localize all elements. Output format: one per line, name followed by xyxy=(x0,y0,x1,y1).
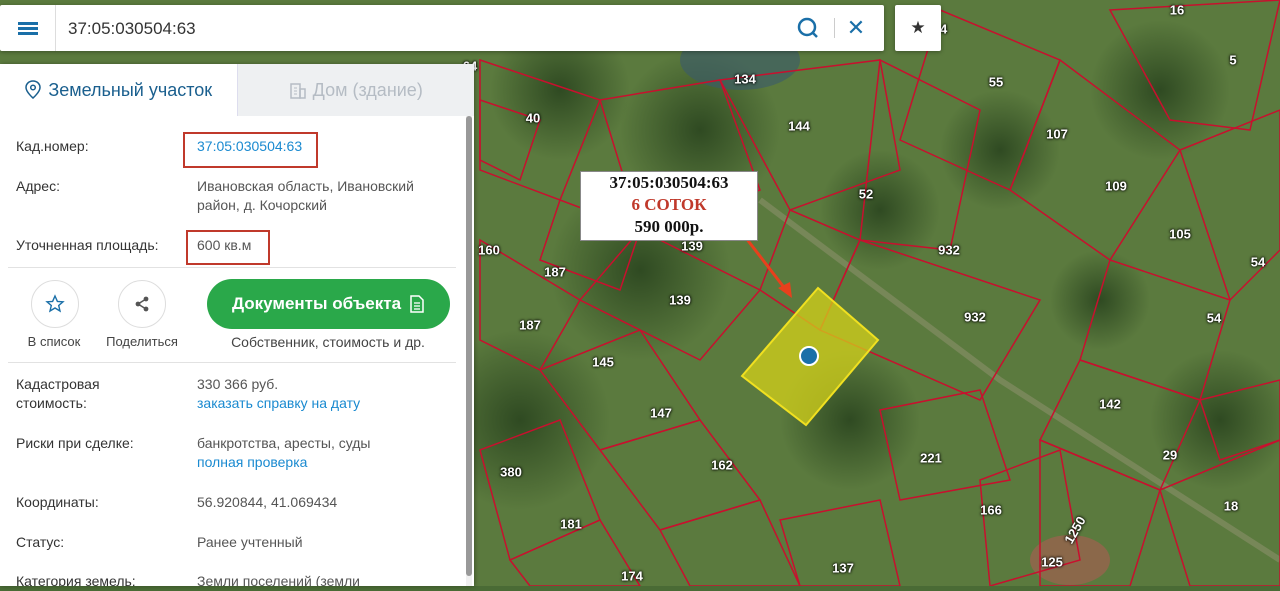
plot-label: 932 xyxy=(964,309,986,325)
menu-button[interactable] xyxy=(0,5,56,51)
add-to-list-button[interactable] xyxy=(31,280,79,328)
star-outline-icon xyxy=(45,294,65,313)
plot-label: 125 xyxy=(1041,554,1063,570)
panel-scrollbar[interactable] xyxy=(466,116,472,586)
docs-subtitle: Собственник, стоимость и др. xyxy=(231,334,425,350)
plot-label: 174 xyxy=(621,568,643,584)
status-value: Ранее учтенный xyxy=(197,534,303,550)
add-to-list-label: В список xyxy=(27,334,81,349)
plot-label: 139 xyxy=(669,292,691,308)
plot-label: 187 xyxy=(519,317,541,333)
area-value: 600 кв.м xyxy=(197,237,252,253)
plot-label: 109 xyxy=(1105,178,1127,194)
search-icon xyxy=(797,17,818,38)
plot-label: 166 xyxy=(980,502,1002,518)
close-icon: ✕ xyxy=(846,15,866,40)
tab-land-label: Земельный участок xyxy=(48,79,213,100)
share-label: Поделиться xyxy=(106,334,178,349)
coordinates-value: 56.920844, 41.069434 xyxy=(197,494,338,510)
location-pin-icon xyxy=(25,80,42,99)
plot-label: 187 xyxy=(544,264,566,280)
callout-area: 6 СОТОК xyxy=(631,195,707,214)
plot-label: 107 xyxy=(1046,126,1068,142)
plot-label: 380 xyxy=(500,464,522,480)
plot-label: 16 xyxy=(1169,2,1185,18)
info-panel: Земельный участок Дом (здание) Кад.номер… xyxy=(0,64,474,586)
favorites-button[interactable]: ★ xyxy=(895,5,941,51)
plot-label: 144 xyxy=(788,118,810,134)
tab-building[interactable]: Дом (здание) xyxy=(236,64,474,116)
cadastral-number-link[interactable]: 37:05:030504:63 xyxy=(197,137,452,156)
search-input[interactable] xyxy=(60,5,770,53)
deal-risks-value: банкротства, аресты, суды xyxy=(197,435,371,451)
plot-label: 5 xyxy=(1229,52,1237,68)
document-icon xyxy=(410,295,424,313)
plot-label: 54 xyxy=(1206,310,1222,326)
plot-label: 162 xyxy=(711,457,733,473)
search-button[interactable] xyxy=(790,13,824,43)
address-label: Адрес: xyxy=(16,178,60,194)
plot-label: 145 xyxy=(592,354,614,370)
plot-label: 54 xyxy=(1250,254,1266,270)
plot-label: 55 xyxy=(988,74,1004,90)
tab-building-label: Дом (здание) xyxy=(312,79,423,100)
plot-label: 181 xyxy=(560,516,582,532)
plot-label: 932 xyxy=(938,242,960,258)
plot-label: 29 xyxy=(1162,447,1178,463)
plot-label: 221 xyxy=(920,450,942,466)
address-value: Ивановская область, Ивановский район, д.… xyxy=(197,178,414,213)
plot-label: 134 xyxy=(734,71,756,87)
coordinates-label: Координаты: xyxy=(16,494,99,510)
callout-price: 590 000р. xyxy=(634,217,704,236)
tab-bar: Земельный участок Дом (здание) xyxy=(0,64,474,116)
cadastral-cost-label: Кадастровая стоимость: xyxy=(16,376,100,411)
plot-label: 137 xyxy=(832,560,854,576)
price-callout: 37:05:030504:63 6 СОТОК 590 000р. xyxy=(580,171,758,241)
search-bar: ✕ xyxy=(0,5,884,53)
cadastral-label: Кад.номер: xyxy=(16,138,89,154)
share-button[interactable] xyxy=(118,280,166,328)
land-category-label: Категория земель: xyxy=(16,573,136,586)
plot-label: 147 xyxy=(650,405,672,421)
order-statement-link[interactable]: заказать справку на дату xyxy=(197,394,452,413)
plot-label: 105 xyxy=(1169,226,1191,242)
search-divider xyxy=(834,18,835,38)
divider xyxy=(8,267,456,268)
deal-risks-label: Риски при сделке: xyxy=(16,435,134,451)
full-check-link[interactable]: полная проверка xyxy=(197,453,452,472)
land-category-value: Земли поселений (земли xyxy=(197,573,360,586)
share-icon xyxy=(135,296,149,312)
status-label: Статус: xyxy=(16,534,65,550)
star-icon: ★ xyxy=(910,18,926,37)
plot-marker[interactable] xyxy=(799,346,819,366)
clear-button[interactable]: ✕ xyxy=(841,13,871,43)
area-label: Уточненная площадь: xyxy=(16,237,159,253)
cadastral-cost-value: 330 366 руб. xyxy=(197,376,279,392)
building-icon xyxy=(289,83,306,99)
plot-label: 142 xyxy=(1099,396,1121,412)
docs-button-label: Документы объекта xyxy=(231,294,402,313)
object-documents-button[interactable]: Документы объекта xyxy=(207,279,450,329)
plot-label: 18 xyxy=(1223,498,1239,514)
plot-label: 52 xyxy=(858,186,874,202)
hamburger-icon xyxy=(17,20,38,37)
plot-label: 160 xyxy=(478,242,500,258)
tab-land-plot[interactable]: Земельный участок xyxy=(0,64,237,116)
divider xyxy=(8,362,456,363)
scrollbar-thumb[interactable] xyxy=(466,116,472,576)
callout-cadastral: 37:05:030504:63 xyxy=(609,173,729,192)
plot-label: 40 xyxy=(525,110,541,126)
